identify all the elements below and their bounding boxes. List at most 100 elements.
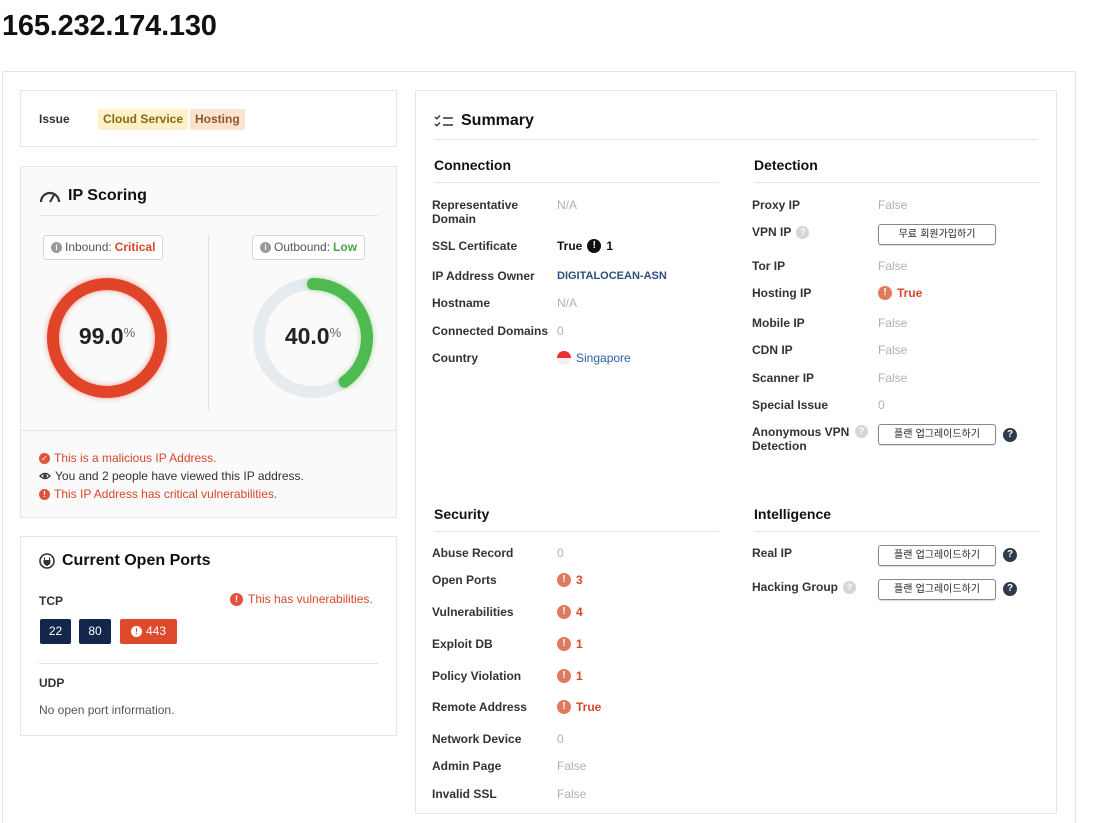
divider (208, 235, 209, 411)
help-icon[interactable]: ? (796, 225, 810, 239)
udp-empty-message: No open port information. (39, 703, 175, 717)
row-value: False (557, 759, 587, 773)
row-value: 0 (557, 732, 564, 746)
inbound-gauge: 99.0% (42, 273, 172, 403)
exclamation-circle-icon: ! (587, 239, 602, 253)
tcp-label: TCP (39, 594, 63, 608)
page-title: 165.232.174.130 (2, 10, 217, 42)
issue-card: Issue Cloud Service Hosting (20, 90, 397, 147)
exploit-db-value[interactable]: ! 1 (557, 637, 583, 651)
row-label: Hosting IP (752, 286, 812, 300)
port-badge-vulnerable[interactable]: ! 443 (120, 619, 177, 644)
policy-violation-value[interactable]: ! 1 (557, 669, 583, 683)
help-icon[interactable]: ? (1003, 428, 1017, 442)
exclamation-circle-icon: ! (557, 573, 571, 587)
exclamation-circle-icon: ! (557, 637, 571, 651)
row-value: N/A (557, 198, 578, 212)
summary-card: Summary Connection Representative Domain… (415, 90, 1057, 814)
port-badge[interactable]: 22 (40, 619, 71, 644)
row-label: Tor IP (752, 259, 786, 273)
detection-title: Detection (754, 157, 818, 173)
row-value: False (878, 259, 908, 273)
issue-label: Issue (39, 112, 70, 126)
vulnerability-note: ! This has vulnerabilities. (230, 592, 373, 606)
alert-viewers: You and 2 people have viewed this IP add… (39, 467, 304, 485)
row-label: SSL Certificate (432, 239, 518, 253)
hosting-ip-value: ! True (878, 286, 922, 300)
info-icon: i (260, 242, 271, 253)
row-label: Admin Page (432, 759, 502, 773)
row-value: False (878, 343, 908, 357)
summary-header: Summary (434, 112, 534, 130)
row-value: False (557, 787, 587, 801)
row-label: IP Address Owner (432, 269, 535, 283)
open-ports-title: Current Open Ports (62, 552, 211, 569)
ip-owner-link[interactable]: DIGITALOCEAN-ASN (557, 269, 667, 283)
inbound-score: 99.0% (78, 323, 136, 349)
row-label: Scanner IP (752, 371, 815, 385)
vulnerabilities-value[interactable]: ! 4 (557, 605, 583, 619)
divider (754, 531, 1040, 532)
plug-icon (39, 553, 55, 569)
vpn-ip-label: VPN IP ? (752, 225, 810, 239)
singapore-flag-icon (557, 351, 571, 365)
ip-scoring-title: IP Scoring (68, 187, 147, 204)
row-label: Network Device (432, 732, 522, 746)
row-label: CDN IP (752, 343, 793, 357)
exclamation-circle-icon: ! (557, 700, 571, 714)
row-label: Exploit DB (432, 637, 493, 651)
checklist-icon (434, 115, 453, 127)
udp-label: UDP (39, 676, 65, 690)
open-ports-value[interactable]: ! 3 (557, 573, 583, 587)
divider (434, 182, 719, 183)
inbound-level: Critical (114, 240, 156, 254)
port-badge[interactable]: 80 (79, 619, 111, 644)
help-icon[interactable]: ? (843, 580, 857, 594)
row-label: Mobile IP (752, 316, 805, 330)
row-label: Hostname (432, 296, 491, 310)
remote-address-value[interactable]: ! True (557, 700, 601, 714)
open-ports-header: Current Open Ports (39, 552, 210, 570)
row-value: 0 (878, 398, 885, 412)
outbound-level: Low (333, 240, 358, 254)
hacking-group-label: Hacking Group ? (752, 580, 857, 594)
row-label: Connected Domains (432, 324, 549, 338)
row-label: Country (432, 351, 478, 365)
divider (39, 663, 378, 664)
divider (21, 430, 396, 431)
help-icon[interactable]: ? (855, 425, 868, 438)
ip-scoring-card: IP Scoring i Inbound: Critical i Outboun… (20, 166, 397, 518)
help-icon[interactable]: ? (1003, 582, 1017, 596)
inbound-badge: i Inbound: Critical (43, 235, 164, 260)
country-link[interactable]: Singapore (557, 351, 631, 365)
row-value: False (878, 198, 908, 212)
exclamation-circle-icon: ! (39, 488, 50, 500)
ssl-certificate-value: True ! 1 (557, 239, 614, 253)
free-signup-button[interactable]: 무료 회원가입하기 (878, 224, 996, 245)
intelligence-title: Intelligence (754, 506, 832, 522)
info-icon: i (51, 242, 62, 253)
divider (434, 139, 1038, 140)
row-label: Invalid SSL (432, 787, 497, 801)
row-label: Open Ports (432, 573, 497, 587)
outbound-label: Outbound: (274, 240, 331, 254)
exclamation-circle-icon: ! (230, 592, 243, 606)
open-ports-card: Current Open Ports TCP ! This has vulner… (20, 536, 397, 736)
speedometer-icon (39, 191, 61, 203)
upgrade-plan-button[interactable]: 플랜 업그레이드하기 (878, 579, 996, 600)
connection-title: Connection (434, 157, 511, 173)
help-icon[interactable]: ? (1003, 548, 1017, 562)
summary-title: Summary (461, 112, 534, 129)
row-value: N/A (557, 296, 578, 310)
divider (39, 215, 378, 216)
eye-icon (39, 472, 51, 480)
row-label: Real IP (752, 546, 793, 560)
upgrade-plan-button[interactable]: 플랜 업그레이드하기 (878, 424, 996, 445)
divider (434, 531, 719, 532)
row-label: Anonymous VPN Detection (752, 425, 850, 453)
exclamation-circle-icon: ! (130, 626, 142, 637)
outbound-score: 40.0% (284, 323, 342, 349)
upgrade-plan-button[interactable]: 플랜 업그레이드하기 (878, 545, 996, 566)
row-label: Representative Domain (432, 198, 519, 226)
row-value: False (878, 316, 908, 330)
